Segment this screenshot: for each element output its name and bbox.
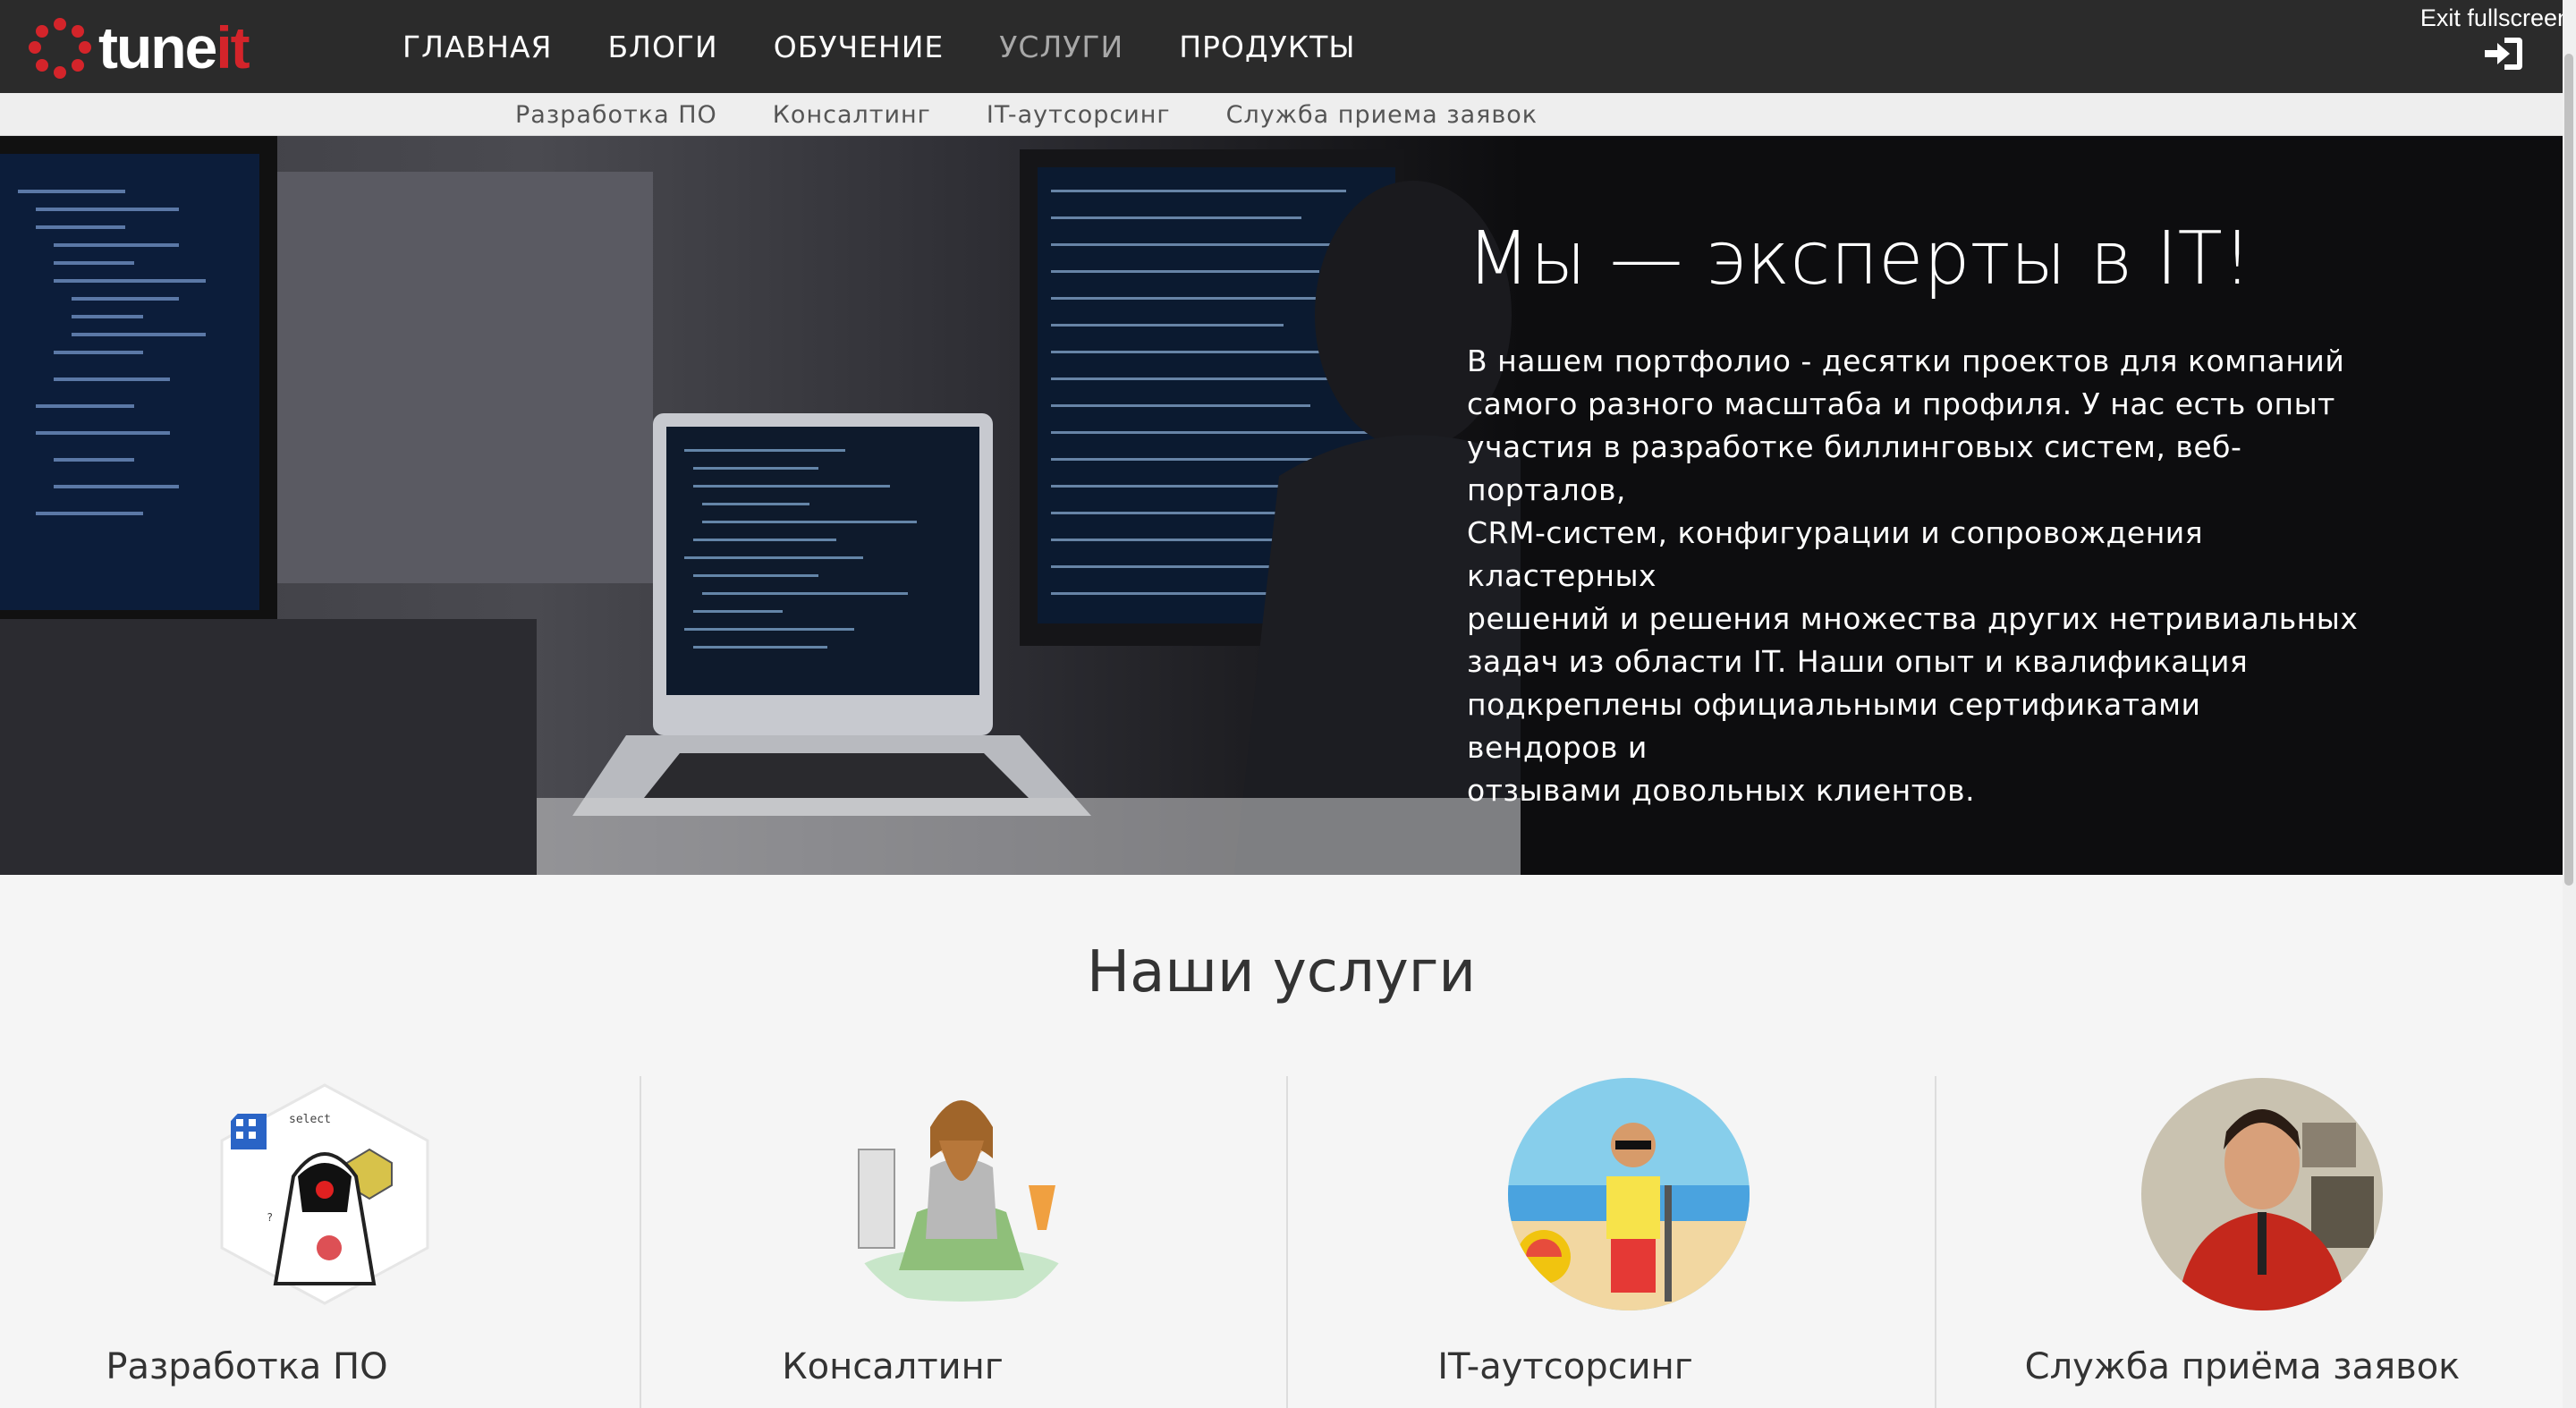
service-card-it-outsourcing[interactable]: IT-аутсорсинг bbox=[1295, 1069, 1943, 1408]
nav-item-products[interactable]: ПРОДУКТЫ bbox=[1179, 30, 1355, 64]
it-outsourcing-illustration bbox=[1508, 1078, 1750, 1310]
software-dev-illustration: select ? bbox=[204, 1078, 445, 1310]
login-icon[interactable] bbox=[2483, 34, 2524, 73]
logo-wordmark: tuneit bbox=[98, 14, 250, 81]
svg-text:?: ? bbox=[267, 1211, 273, 1224]
services-title: Наши услуги bbox=[1087, 939, 1476, 1005]
service-desk-photo bbox=[2141, 1078, 2383, 1310]
scrollbar-thumb[interactable] bbox=[2564, 54, 2573, 886]
subnav-item-software-dev[interactable]: Разработка ПО bbox=[515, 101, 717, 129]
service-card-software-dev[interactable]: select ? Разработка ПО bbox=[0, 1069, 648, 1408]
top-navbar: tuneit ГЛАВНАЯ БЛОГИ ОБУЧЕНИЕ УСЛУГИ ПРО… bbox=[0, 0, 2563, 93]
tuneit-logo[interactable]: tuneit bbox=[25, 9, 258, 86]
service-card-consulting[interactable]: Консалтинг bbox=[648, 1069, 1295, 1408]
consulting-illustration bbox=[841, 1078, 1082, 1310]
exit-fullscreen-button[interactable]: Exit fullscreen bbox=[2402, 0, 2576, 36]
nav-item-home[interactable]: ГЛАВНАЯ bbox=[402, 30, 552, 64]
main-nav: ГЛАВНАЯ БЛОГИ ОБУЧЕНИЕ УСЛУГИ ПРОДУКТЫ bbox=[402, 0, 1411, 93]
subnav-item-it-outsourcing[interactable]: IT-аутсорсинг bbox=[987, 101, 1171, 129]
service-label-service-desk[interactable]: Служба приёма заявок bbox=[1919, 1346, 2566, 1387]
hero-banner: Мы — эксперты в IT! В нашем портфолио - … bbox=[0, 136, 2563, 875]
nav-item-training[interactable]: ОБУЧЕНИЕ bbox=[774, 30, 945, 64]
services-list: select ? Разработка ПО Консалтинг IT-аут… bbox=[0, 1069, 2563, 1408]
subnav-item-consulting[interactable]: Консалтинг bbox=[773, 101, 931, 129]
service-label-consulting[interactable]: Консалтинг bbox=[569, 1346, 1216, 1387]
hero-description: В нашем портфолио - десятки проектов для… bbox=[1467, 344, 2359, 808]
nav-item-blogs[interactable]: БЛОГИ bbox=[607, 30, 717, 64]
page: tuneit ГЛАВНАЯ БЛОГИ ОБУЧЕНИЕ УСЛУГИ ПРО… bbox=[0, 0, 2576, 1408]
svg-text:select: select bbox=[289, 1113, 331, 1126]
service-label-it-outsourcing[interactable]: IT-аутсорсинг bbox=[1241, 1346, 1889, 1387]
logo-dots-icon bbox=[25, 13, 95, 82]
hero-title: Мы — эксперты в IT! bbox=[1467, 216, 2252, 301]
nav-item-services[interactable]: УСЛУГИ bbox=[999, 30, 1123, 64]
service-label-software-dev[interactable]: Разработка ПО bbox=[0, 1346, 571, 1387]
sub-navbar: Разработка ПО Консалтинг IT-аутсорсинг С… bbox=[0, 93, 2563, 136]
hero-office-photo bbox=[0, 136, 1521, 875]
subnav-item-service-desk[interactable]: Служба приема заявок bbox=[1226, 101, 1538, 129]
service-card-service-desk[interactable]: Служба приёма заявок bbox=[1943, 1069, 2576, 1408]
